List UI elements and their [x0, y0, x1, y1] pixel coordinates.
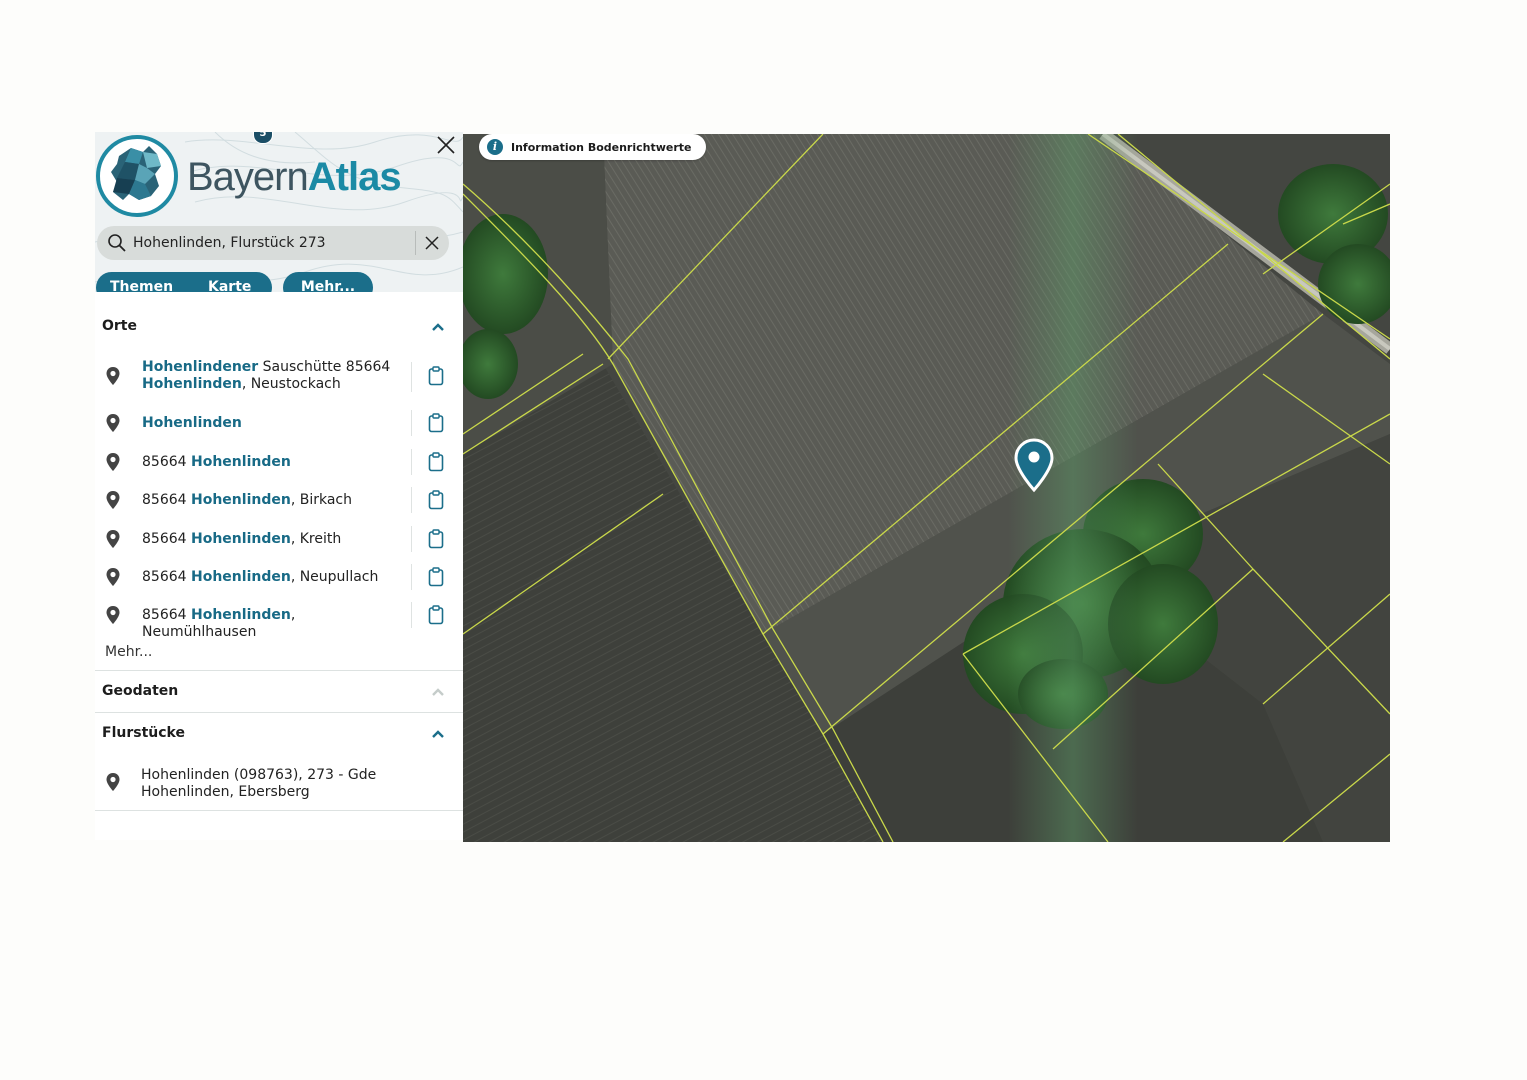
clipboard-icon[interactable] [428, 529, 444, 549]
section-geodaten-title: Geodaten [102, 683, 179, 699]
brand-title: BayernAtlas [187, 155, 402, 199]
clipboard-icon[interactable] [428, 413, 444, 433]
sidebar-header: BayernAtlas Themen Karte 5 Mehr. [95, 132, 463, 292]
section-geodaten-header[interactable]: Geodaten [95, 677, 463, 707]
section-orte-title: Orte [102, 318, 137, 334]
list-item[interactable]: Hohenlindener Sauschütte 85664 Hohenlind… [95, 356, 463, 400]
clipboard-icon[interactable] [428, 366, 444, 386]
row-divider [411, 362, 412, 392]
location-pin-icon [106, 773, 120, 791]
info-label: Information Bodenrichtwerte [511, 140, 692, 154]
location-pin-icon [106, 367, 120, 385]
list-item-text: 85664 Hohenlinden, Birkach [142, 492, 352, 508]
search-icon [108, 234, 126, 252]
list-item[interactable]: Hohenlinden [95, 410, 463, 436]
aerial-map[interactable]: i Information Bodenrichtwerte [463, 134, 1390, 842]
sidebar: BayernAtlas Themen Karte 5 Mehr. [95, 132, 463, 840]
row-divider [411, 487, 412, 513]
list-item-text: 85664 Hohenlinden, Kreith [142, 531, 342, 547]
parcel-list-item-text: Hohenlinden (098763), 273 - Gde Hohenlin… [141, 767, 377, 800]
bayernatlas-app: BayernAtlas Themen Karte 5 Mehr. [95, 132, 1390, 844]
location-pin-icon [106, 530, 120, 548]
row-divider [411, 602, 412, 628]
chevron-up-icon [432, 688, 444, 696]
clipboard-icon[interactable] [428, 605, 444, 625]
location-pin-icon [106, 453, 120, 471]
clipboard-icon[interactable] [428, 452, 444, 472]
section-flurstuecke-title: Flurstücke [102, 725, 185, 741]
tab-group: Themen Karte [96, 272, 272, 292]
row-divider [411, 526, 412, 552]
section-orte-header[interactable]: Orte [95, 312, 463, 342]
list-item-text: 85664 Hohenlinden, Neumühlhausen [142, 607, 296, 640]
location-pin-icon [106, 606, 120, 624]
list-item-text: Hohenlindener Sauschütte 85664 Hohenlind… [142, 359, 391, 392]
section-flurstuecke-header[interactable]: Flurstücke [95, 719, 463, 749]
divider [95, 810, 463, 811]
tab-themen[interactable]: Themen [110, 272, 173, 292]
chevron-up-icon [432, 730, 444, 738]
divider [95, 670, 463, 671]
list-item[interactable]: 85664 Hohenlinden [95, 449, 463, 475]
chevron-up-icon [432, 323, 444, 331]
location-pin-icon [106, 491, 120, 509]
clipboard-icon[interactable] [428, 567, 444, 587]
list-item[interactable]: 85664 Hohenlinden, Neupullach [95, 564, 463, 590]
list-item[interactable]: 85664 Hohenlinden, Birkach [95, 487, 463, 513]
bavaria-logo-icon [96, 135, 178, 217]
orte-more-link[interactable]: Mehr... [105, 644, 152, 660]
tab-karte[interactable]: Karte [208, 272, 251, 292]
search-input[interactable] [133, 230, 413, 256]
info-icon: i [487, 139, 503, 155]
row-divider [411, 410, 412, 436]
list-item-text: 85664 Hohenlinden [142, 454, 291, 470]
row-divider [411, 449, 412, 475]
list-item-text: 85664 Hohenlinden, Neupullach [142, 569, 379, 585]
location-pin-icon [106, 414, 120, 432]
list-item-text: Hohenlinden [142, 415, 242, 431]
map-canvas [463, 134, 1390, 842]
close-icon[interactable] [435, 134, 457, 156]
info-bodenrichtwerte-button[interactable]: i Information Bodenrichtwerte [479, 134, 706, 160]
mehr-button[interactable]: Mehr... [283, 272, 373, 292]
clipboard-icon[interactable] [428, 490, 444, 510]
list-item[interactable]: 85664 Hohenlinden, Kreith [95, 526, 463, 552]
row-divider [411, 564, 412, 590]
list-item[interactable]: 85664 Hohenlinden, Neumühlhausen [95, 602, 463, 640]
clear-icon[interactable] [425, 236, 439, 250]
divider [95, 712, 463, 713]
search-divider [415, 231, 416, 255]
location-pin-icon [106, 568, 120, 586]
search-bar [97, 226, 449, 260]
